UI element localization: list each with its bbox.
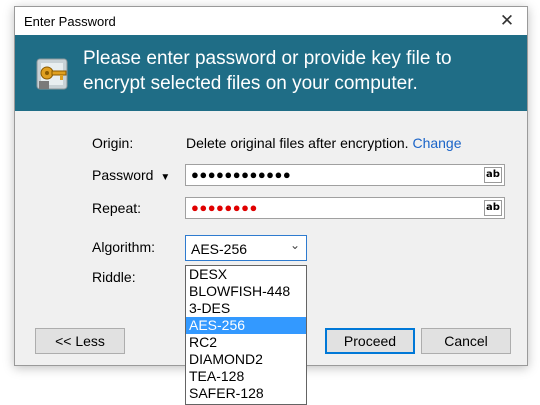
chevron-down-icon: ⌄	[289, 238, 300, 252]
close-icon[interactable]: ✕	[487, 7, 527, 35]
origin-description: Delete original files after encryption.	[186, 135, 409, 151]
keys-icon	[33, 53, 73, 93]
change-link[interactable]: Change	[412, 135, 461, 151]
repeat-masked-value: ●●●●●●●●	[191, 200, 258, 215]
info-banner: Please enter password or provide key fil…	[15, 35, 527, 111]
less-button[interactable]: << Less	[35, 328, 125, 354]
title-bar: Enter Password ✕	[15, 7, 527, 35]
password-label[interactable]: Password ▼	[92, 167, 170, 183]
origin-text: Delete original files after encryption. …	[186, 135, 462, 151]
algorithm-option[interactable]: SAFER-128	[186, 385, 306, 402]
algorithm-dropdown-list[interactable]: DESX BLOWFISH-448 3-DES AES-256 RC2 DIAM…	[185, 265, 307, 405]
algorithm-label: Algorithm:	[92, 239, 156, 255]
origin-label: Origin:	[92, 135, 134, 151]
algorithm-option[interactable]: DESX	[186, 266, 306, 283]
algorithm-option[interactable]: TEA-128	[186, 368, 306, 385]
show-password-toggle[interactable]: ab	[484, 167, 502, 183]
chevron-down-icon: ▼	[160, 172, 171, 183]
show-repeat-toggle[interactable]: ab	[484, 200, 502, 216]
password-masked-value: ●●●●●●●●●●●●	[191, 167, 292, 182]
riddle-label: Riddle:	[92, 269, 136, 285]
repeat-label: Repeat:	[92, 200, 142, 216]
algorithm-selected-value: AES-256	[191, 241, 248, 257]
enter-password-dialog: Enter Password ✕ Please enter password o…	[14, 6, 528, 405]
cancel-button[interactable]: Cancel	[421, 328, 511, 354]
window-title: Enter Password	[24, 14, 116, 29]
password-field[interactable]: ●●●●●●●●●●●● ab	[185, 164, 505, 186]
banner-text: Please enter password or provide key fil…	[83, 48, 452, 94]
repeat-password-field[interactable]: ●●●●●●●● ab	[185, 197, 505, 219]
password-label-text: Password	[92, 167, 154, 183]
algorithm-select[interactable]: AES-256 ⌄	[185, 235, 307, 261]
algorithm-option[interactable]: RC2	[186, 334, 306, 351]
algorithm-option[interactable]: 3-DES	[186, 300, 306, 317]
algorithm-option-selected[interactable]: AES-256	[186, 317, 306, 334]
algorithm-option[interactable]: BLOWFISH-448	[186, 283, 306, 300]
algorithm-option[interactable]: DIAMOND2	[186, 351, 306, 368]
proceed-button[interactable]: Proceed	[325, 328, 415, 354]
